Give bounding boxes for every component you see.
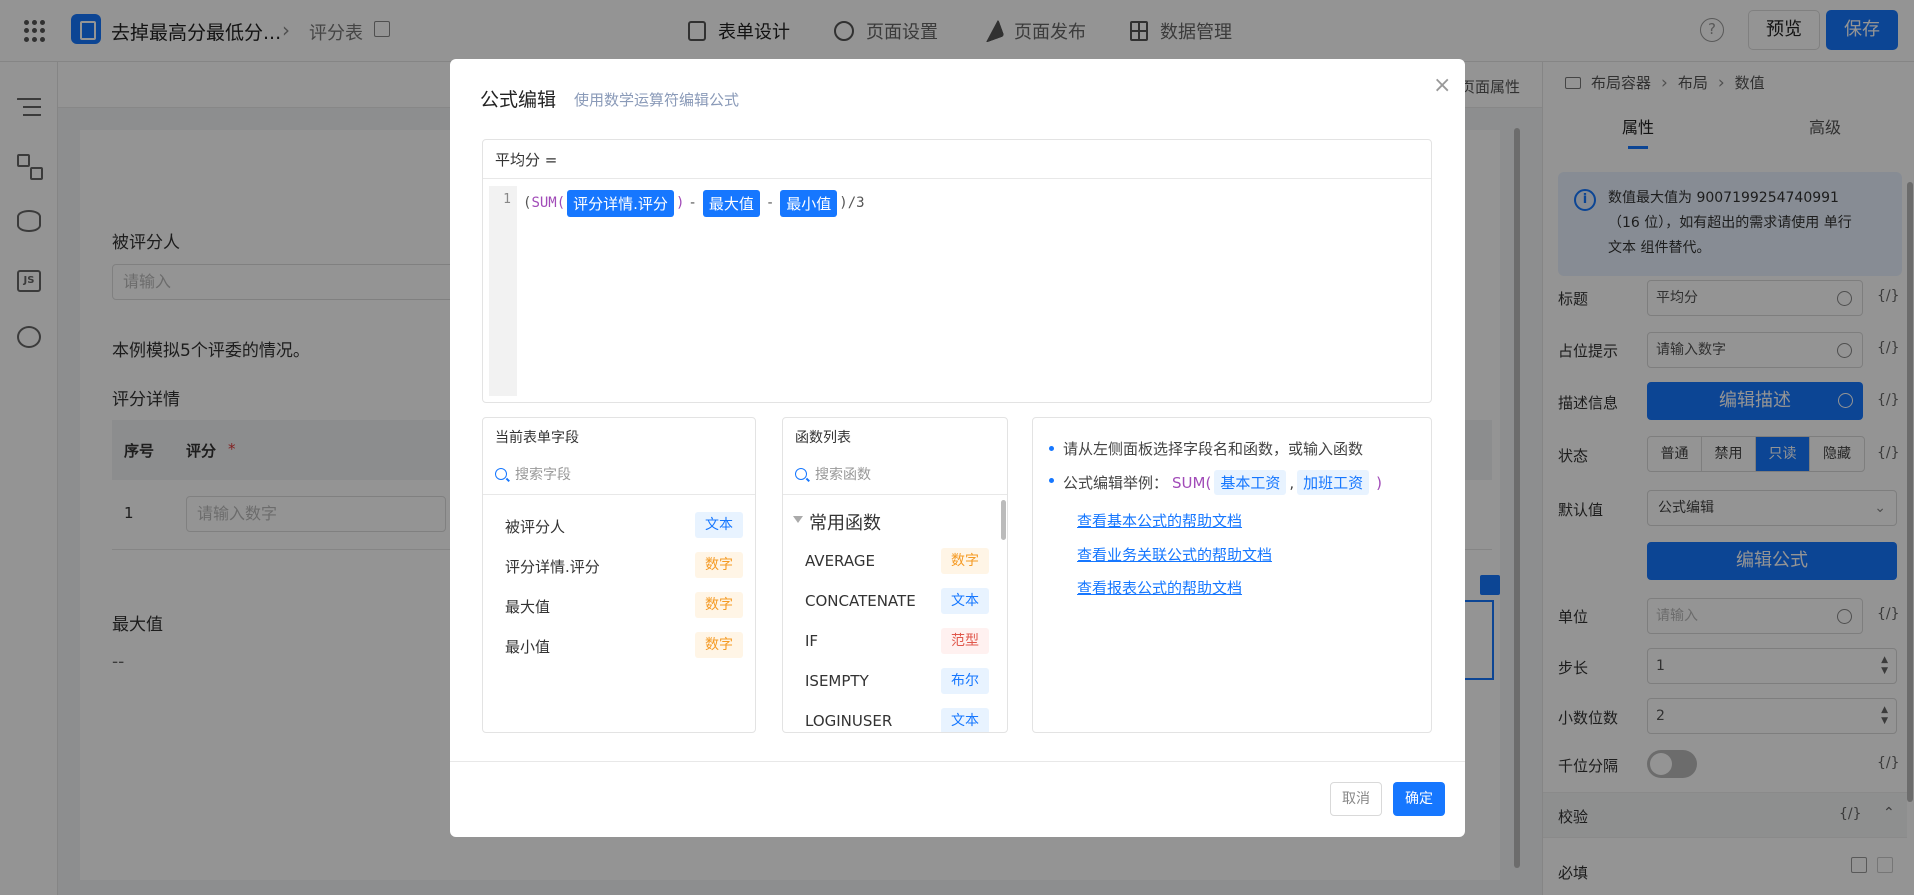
formula-target: 平均分 = — [483, 140, 1431, 179]
type-badge: 数字 — [695, 552, 743, 578]
caret-down-icon[interactable] — [793, 516, 803, 523]
function-name: LOGINUSER — [805, 712, 893, 730]
divider — [483, 494, 755, 495]
help-tip-text: 请从左侧面板选择字段名和函数，或输入函数 — [1063, 440, 1364, 458]
code-operator: - — [765, 195, 775, 211]
type-badge: 数字 — [695, 592, 743, 618]
fields-panel-title: 当前表单字段 — [495, 430, 579, 446]
formula-editor[interactable]: 平均分 = 1 ( SUM( 评分详情.评分 ) - 最大值 - 最小值 )/3 — [482, 139, 1432, 403]
code-tail: )/3 — [839, 195, 865, 211]
dialog-subtitle: 使用数学运算符编辑公式 — [574, 91, 740, 109]
field-name: 评分详情.评分 — [505, 558, 600, 576]
code-function-close: ) — [675, 195, 685, 211]
type-badge: 文本 — [941, 708, 989, 732]
function-name: IF — [805, 632, 819, 650]
type-badge: 布尔 — [941, 668, 989, 694]
close-icon[interactable]: × — [1433, 73, 1451, 98]
help-link-business[interactable]: 查看业务关联公式的帮助文档 — [1077, 544, 1272, 565]
formula-editor-dialog: 公式编辑 使用数学运算符编辑公式 × 平均分 = 1 ( SUM( 评分详情.评… — [450, 59, 1465, 837]
code-operator: - — [688, 195, 697, 211]
type-badge: 数字 — [695, 632, 743, 658]
help-example-token: 加班工资 — [1297, 470, 1370, 495]
cancel-button[interactable]: 取消 — [1330, 782, 1382, 816]
formula-code[interactable]: ( SUM( 评分详情.评分 ) - 最大值 - 最小值 )/3 — [523, 188, 865, 218]
field-search-placeholder: 搜索字段 — [515, 467, 571, 483]
help-tip: 请从左侧面板选择字段名和函数，或输入函数 — [1048, 438, 1364, 459]
field-search-input[interactable]: 搜索字段 — [495, 464, 571, 484]
function-search-placeholder: 搜索函数 — [815, 467, 871, 483]
functions-panel-title: 函数列表 — [795, 430, 851, 446]
help-example-token: 基本工资 — [1214, 470, 1287, 495]
dialog-title: 公式编辑 — [480, 89, 557, 111]
help-link-basic[interactable]: 查看基本公式的帮助文档 — [1077, 510, 1242, 531]
line-number: 1 — [503, 192, 511, 207]
function-list-panel: 函数列表 搜索函数 常用函数 AVERAGE 数字 CONCATENATE 文本… — [782, 417, 1008, 733]
code-function: SUM( — [531, 195, 566, 211]
type-badge: 文本 — [695, 512, 743, 538]
help-example-comma: , — [1289, 473, 1295, 492]
function-name: AVERAGE — [805, 552, 875, 570]
field-name: 最小值 — [505, 638, 551, 656]
function-search-input[interactable]: 搜索函数 — [795, 464, 871, 484]
type-badge: 范型 — [941, 628, 989, 654]
help-link-report[interactable]: 查看报表公式的帮助文档 — [1077, 577, 1242, 598]
formula-help-panel: 请从左侧面板选择字段名和函数，或输入函数 公式编辑举例： SUM( 基本工资 ,… — [1032, 417, 1432, 733]
line-gutter: 1 — [489, 186, 517, 396]
help-example: 公式编辑举例： SUM( 基本工资 , 加班工资 ) — [1049, 470, 1382, 495]
type-badge: 文本 — [941, 588, 989, 614]
function-group-title[interactable]: 常用函数 — [809, 509, 881, 535]
function-name: ISEMPTY — [805, 672, 869, 690]
search-icon — [795, 468, 807, 480]
divider — [450, 761, 1465, 762]
search-icon — [495, 468, 507, 480]
form-fields-panel: 当前表单字段 搜索字段 被评分人 文本 评分详情.评分 数字 最大值 数字 最小… — [482, 417, 756, 733]
type-badge: 数字 — [941, 548, 989, 574]
function-name: CONCATENATE — [805, 592, 916, 610]
function-list-scrollbar[interactable] — [1001, 500, 1006, 540]
field-name: 被评分人 — [505, 518, 566, 536]
field-name: 最大值 — [505, 598, 551, 616]
help-example-end: ) — [1376, 473, 1382, 492]
help-example-fn: SUM( — [1172, 473, 1212, 492]
confirm-button[interactable]: 确定 — [1393, 782, 1445, 816]
divider — [783, 494, 1007, 495]
code-paren: ( — [523, 195, 532, 211]
field-token[interactable]: 最大值 — [702, 189, 760, 217]
help-example-prefix: 公式编辑举例： — [1063, 474, 1169, 492]
field-token[interactable]: 评分详情.评分 — [567, 189, 674, 217]
field-token[interactable]: 最小值 — [780, 189, 838, 217]
